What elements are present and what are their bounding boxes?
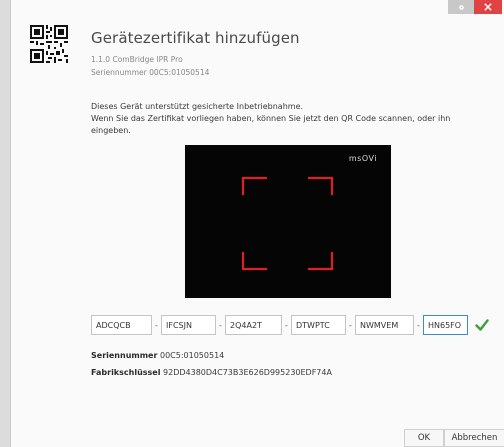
code-separator: - bbox=[285, 320, 288, 330]
certificate-code-input: - - - - - bbox=[91, 315, 489, 335]
close-icon bbox=[484, 3, 492, 11]
code-field-3[interactable] bbox=[225, 315, 282, 335]
code-separator: - bbox=[155, 320, 158, 330]
code-field-6[interactable] bbox=[423, 315, 468, 335]
checkmark-icon bbox=[475, 319, 489, 331]
qr-scanner-view: msOVi bbox=[185, 145, 391, 298]
device-serial: Seriennummer 00C5:01050514 bbox=[91, 68, 210, 77]
code-field-2[interactable] bbox=[161, 315, 216, 335]
camera-brand-label: msOVi bbox=[348, 154, 377, 163]
cancel-button[interactable]: Abbrechen bbox=[444, 429, 504, 447]
dialog-window: Gerätezertifikat hinzufügen 1.1.0 ComBri… bbox=[10, 0, 504, 447]
instructions-line-1: Dieses Gerät unterstützt gesicherte Inbe… bbox=[91, 102, 304, 111]
code-field-4[interactable] bbox=[291, 315, 346, 335]
instructions-line-2: Wenn Sie das Zertifikat vorliegen haben,… bbox=[91, 114, 451, 135]
title-controls bbox=[448, 0, 502, 18]
factory-key-value: 92DD4380D4C73B3E626D995230EDF74A bbox=[163, 368, 332, 377]
serial-number-label: Seriennummer bbox=[91, 351, 158, 360]
instructions: Dieses Gerät unterstützt gesicherte Inbe… bbox=[91, 101, 491, 137]
serial-number-value: 00C5:01050514 bbox=[159, 351, 225, 360]
code-separator: - bbox=[417, 320, 420, 330]
factory-key-row: Fabrikschlüssel 92DD4380D4C73B3E626D9952… bbox=[91, 368, 332, 377]
scan-frame-icon bbox=[241, 176, 334, 271]
dialog-title: Gerätezertifikat hinzufügen bbox=[91, 29, 300, 47]
code-separator: - bbox=[219, 320, 222, 330]
code-field-5[interactable] bbox=[355, 315, 414, 335]
device-name: 1.1.0 ComBridge IPR Pro bbox=[91, 55, 183, 64]
serial-number-row: Seriennummer 00C5:01050514 bbox=[91, 351, 224, 360]
factory-key-label: Fabrikschlüssel bbox=[91, 368, 161, 377]
qr-code-icon bbox=[30, 25, 68, 63]
code-field-1[interactable] bbox=[91, 315, 152, 335]
ok-button[interactable]: OK bbox=[404, 429, 444, 447]
gear-icon bbox=[458, 4, 464, 10]
code-separator: - bbox=[349, 320, 352, 330]
settings-button[interactable] bbox=[448, 0, 474, 14]
close-button[interactable] bbox=[474, 0, 502, 14]
